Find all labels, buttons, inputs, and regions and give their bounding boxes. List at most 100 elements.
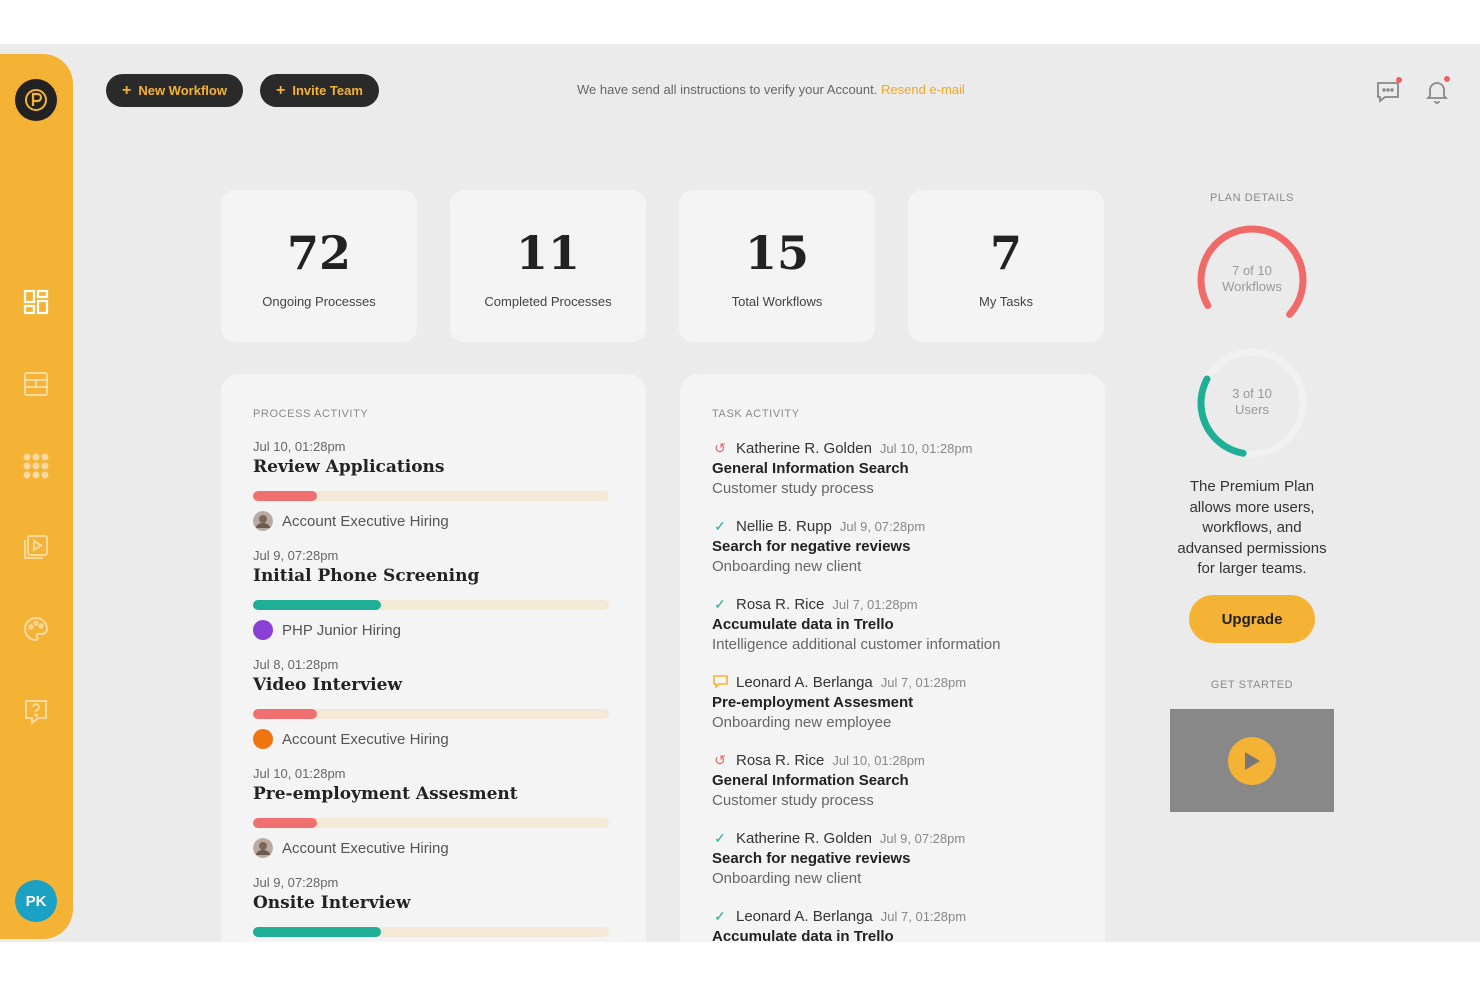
resend-email-link[interactable]: Resend e-mail: [881, 82, 965, 97]
task-time: Jul 10, 01:28pm: [832, 753, 925, 768]
play-library-icon[interactable]: [20, 531, 52, 563]
task-title: General Information Search: [712, 772, 909, 789]
process-date: Jul 9, 07:28pm: [253, 875, 339, 890]
plan-details-title: PLAN DETAILS: [1209, 192, 1295, 204]
process-tag: PHP Junior Hiring: [253, 620, 613, 640]
task-item[interactable]: ✓ Katherine R. Golden Jul 9, 07:28pm Searc…: [712, 830, 1092, 887]
task-subtitle: Onboarding new employee: [712, 714, 892, 731]
process-tag: Account Executive Hiring: [253, 729, 613, 749]
upgrade-button[interactable]: Upgrade: [1189, 595, 1315, 643]
dashboard-icon[interactable]: [20, 286, 52, 318]
task-time: Jul 7, 01:28pm: [880, 909, 967, 924]
task-title: Search for negative reviews: [712, 850, 911, 867]
task-activity-title: TASK ACTIVITY: [712, 408, 800, 420]
task-assignee: Rosa R. Rice: [736, 752, 825, 769]
plus-icon: +: [122, 81, 132, 99]
stat-value: 15: [744, 226, 809, 280]
task-title: Pre-employment Assesment: [712, 694, 914, 711]
stat-label: Ongoing Processes: [262, 294, 376, 309]
sidebar: PK: [0, 54, 73, 939]
process-tag-label: Account Executive Hiring: [282, 512, 449, 530]
task-item[interactable]: ✓ Leonard A. Berlanga Jul 7, 01:28pm Accum…: [712, 908, 1092, 942]
process-progress-fill: [253, 927, 382, 937]
comment-icon: [712, 674, 728, 691]
notice-text: We have send all instructions to verify …: [577, 82, 878, 97]
plan-description: The Premium Plan allows more users, work…: [1177, 478, 1327, 577]
stat-label: My Tasks: [979, 294, 1033, 309]
verification-notice: We have send all instructions to verify …: [577, 82, 965, 97]
process-progress-bar: [253, 491, 609, 501]
process-title: Review Applications: [253, 457, 445, 477]
task-subtitle: Onboarding new client: [712, 558, 862, 575]
task-title: Accumulate data in Trello: [712, 616, 894, 633]
process-progress-fill: [253, 600, 382, 610]
task-item[interactable]: ↺ Katherine R. Golden Jul 10, 01:28pm Gene…: [712, 440, 1092, 497]
task-assignee: Leonard A. Berlanga: [736, 908, 873, 925]
task-assignee: Leonard A. Berlanga: [736, 674, 873, 691]
invite-team-button[interactable]: + Invite Team: [260, 74, 379, 107]
get-started-video[interactable]: [1170, 709, 1334, 812]
process-title: Onsite Interview: [253, 893, 411, 913]
process-progress-fill: [253, 709, 318, 719]
task-item[interactable]: ✓ Rosa R. Rice Jul 7, 01:28pm Accumulate d…: [712, 596, 1092, 653]
process-title: Pre-employment Assesment: [253, 784, 518, 804]
task-assignee: Katherine R. Golden: [736, 830, 872, 847]
task-item[interactable]: ↺ Rosa R. Rice Jul 10, 01:28pm General Inf…: [712, 752, 1092, 809]
notification-badge: [1444, 76, 1450, 82]
task-assignee: Nellie B. Rupp: [736, 518, 832, 535]
redo-icon: ↺: [714, 440, 726, 456]
task-subtitle: Customer study process: [712, 480, 874, 497]
task-title: Accumulate data in Trello: [712, 928, 894, 942]
process-tag-label: Account Executive Hiring: [282, 839, 449, 857]
messages-icon[interactable]: [1374, 77, 1402, 105]
process-title: Video Interview: [253, 675, 403, 695]
process-item[interactable]: Jul 10, 01:28pm Pre-employment Assesment…: [253, 766, 613, 858]
messages-badge: [1396, 77, 1402, 83]
process-date: Jul 10, 01:28pm: [253, 439, 346, 454]
stat-label: Completed Processes: [484, 294, 612, 309]
task-item[interactable]: Leonard A. Berlanga Jul 7, 01:28pm Pre-em…: [712, 674, 1092, 731]
process-tag: Account Executive Hiring: [253, 838, 613, 858]
process-progress-bar: [253, 709, 609, 719]
task-assignee: Katherine R. Golden: [736, 440, 872, 457]
grid-icon[interactable]: [20, 450, 52, 482]
task-item[interactable]: ✓ Nellie B. Rupp Jul 9, 07:28pm Search for…: [712, 518, 1092, 575]
help-icon[interactable]: [20, 696, 52, 728]
stat-value: 11: [515, 226, 580, 280]
process-item[interactable]: Jul 9, 07:28pm Onsite Interview: [253, 875, 613, 937]
process-item[interactable]: Jul 9, 07:28pm Initial Phone Screening P…: [253, 548, 613, 640]
stat-card-completed[interactable]: 11 Completed Processes: [450, 190, 646, 342]
task-time: Jul 7, 01:28pm: [832, 597, 918, 612]
task-assignee: Rosa R. Rice: [736, 596, 825, 613]
process-progress-bar: [253, 927, 609, 937]
process-date: Jul 8, 01:28pm: [253, 657, 339, 672]
process-progress-fill: [253, 491, 318, 501]
process-tag-label: PHP Junior Hiring: [282, 621, 401, 639]
p-logo-icon[interactable]: [15, 79, 57, 121]
tag-color-dot: [253, 620, 273, 640]
palette-icon[interactable]: [20, 613, 52, 645]
process-item[interactable]: Jul 10, 01:28pm Review Applications Acco…: [253, 439, 613, 531]
stat-card-tasks[interactable]: 7 My Tasks: [908, 190, 1104, 342]
play-icon[interactable]: [1228, 736, 1276, 785]
stat-value: 7: [989, 226, 1022, 280]
process-progress-bar: [253, 818, 609, 828]
process-activity-title: PROCESS ACTIVITY: [253, 408, 369, 420]
board-icon[interactable]: [20, 368, 52, 400]
process-item[interactable]: Jul 8, 01:28pm Video Interview Account E…: [253, 657, 613, 749]
stat-card-ongoing[interactable]: 72 Ongoing Processes: [221, 190, 417, 342]
stat-card-workflows[interactable]: 15 Total Workflows: [679, 190, 875, 342]
user-avatar[interactable]: PK: [15, 880, 57, 922]
stat-label: Total Workflows: [731, 294, 823, 309]
task-title: General Information Search: [712, 460, 909, 477]
new-workflow-button[interactable]: + New Workflow: [106, 74, 243, 107]
bell-icon[interactable]: [1423, 76, 1451, 105]
check-icon: ✓: [714, 596, 726, 612]
users-usage-ring: 3 of 10 Users: [1196, 347, 1308, 459]
get-started-title: GET STARTED: [1210, 679, 1294, 691]
task-activity-panel: TASK ACTIVITY ↺ Katherine R. Golden Jul 10…: [680, 374, 1105, 942]
task-title: Search for negative reviews: [712, 538, 911, 555]
check-icon: ✓: [714, 830, 726, 846]
stat-value: 72: [286, 226, 351, 280]
check-icon: ✓: [714, 908, 726, 924]
